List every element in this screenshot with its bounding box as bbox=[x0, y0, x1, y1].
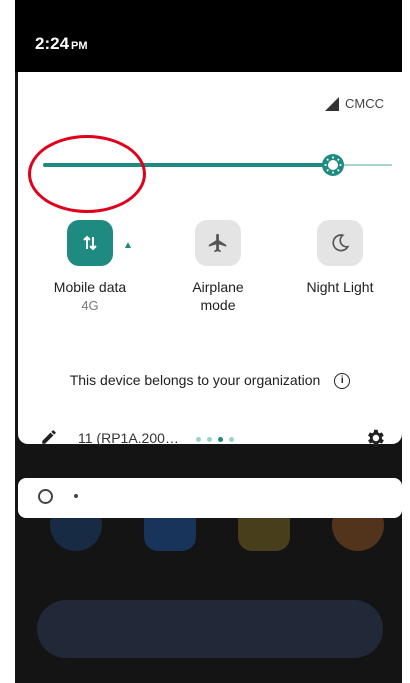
app-notification-icon bbox=[38, 489, 53, 504]
edit-pencil-icon[interactable] bbox=[40, 428, 58, 446]
info-icon[interactable]: i bbox=[334, 373, 351, 390]
phone-screen: 2:24 PM CMCC Mobile data 4G Airplane mod… bbox=[15, 0, 402, 683]
settings-gear-icon[interactable] bbox=[364, 427, 386, 449]
moon-icon bbox=[332, 234, 350, 252]
notification-row[interactable] bbox=[18, 478, 402, 518]
bullet-dot bbox=[74, 494, 78, 498]
tile-night-light[interactable]: Night Light bbox=[290, 220, 390, 296]
tile-mobile-data[interactable]: Mobile data 4G bbox=[40, 220, 140, 313]
build-number[interactable]: 11 (RP1A.200… bbox=[78, 430, 179, 446]
org-notice-text: This device belongs to your organization bbox=[69, 372, 321, 388]
time-text: 2:24 bbox=[35, 34, 70, 53]
quick-settings-panel: CMCC Mobile data 4G Airplane mode Night … bbox=[18, 72, 402, 447]
google-search-bar[interactable] bbox=[37, 600, 383, 658]
airplane-mode-button[interactable] bbox=[195, 220, 241, 266]
mobile-data-button[interactable] bbox=[67, 220, 131, 266]
tile-label: Airplane mode bbox=[192, 279, 244, 313]
page-dot bbox=[229, 437, 234, 442]
org-notice[interactable]: This device belongs to your organization… bbox=[18, 372, 402, 390]
clock: 2:24 PM bbox=[35, 34, 88, 54]
page-indicator bbox=[196, 437, 234, 442]
brightness-icon[interactable] bbox=[322, 154, 344, 176]
page-dot-active bbox=[218, 437, 223, 442]
page-dot bbox=[207, 437, 212, 442]
tile-airplane-mode[interactable]: Airplane mode bbox=[168, 220, 268, 314]
tile-label: Night Light bbox=[306, 279, 374, 295]
highlight-circle bbox=[28, 135, 146, 213]
carrier-name: CMCC bbox=[345, 96, 384, 111]
airplane-icon bbox=[208, 233, 227, 253]
status-bar: 2:24 PM bbox=[15, 0, 402, 72]
signal-icon bbox=[325, 96, 339, 111]
ampm-text: PM bbox=[71, 40, 88, 52]
caret-up-icon bbox=[125, 242, 131, 248]
night-light-button[interactable] bbox=[317, 220, 363, 266]
qs-footer: 11 (RP1A.200… bbox=[18, 428, 402, 454]
carrier-indicator: CMCC bbox=[325, 96, 384, 111]
page-dot bbox=[196, 437, 201, 442]
tile-sublabel: 4G bbox=[81, 298, 99, 313]
tile-label: Mobile data bbox=[53, 279, 127, 295]
mobile-data-icon bbox=[83, 235, 97, 251]
